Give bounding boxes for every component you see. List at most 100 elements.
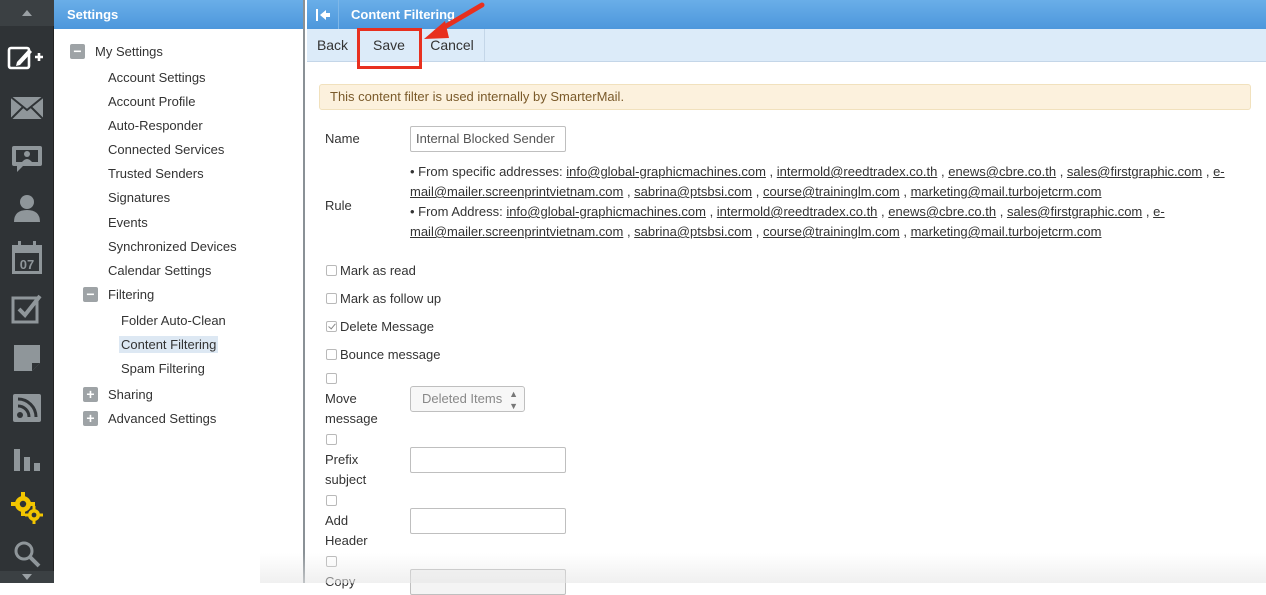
tree-item-trusted-senders[interactable]: Trusted Senders [108, 163, 204, 185]
tree-item-label: Connected Services [108, 142, 225, 157]
tasks-icon[interactable] [0, 286, 54, 330]
page-title: Content Filtering [351, 7, 455, 22]
prefix-subject-checkbox[interactable] [326, 434, 337, 445]
email-address-link[interactable]: course@traininglm.com [763, 224, 900, 239]
email-address-link[interactable]: marketing@mail.turbojetcrm.com [911, 224, 1102, 239]
email-address-link[interactable]: intermold@reedtradex.co.th [777, 164, 938, 179]
main-header: Content Filtering [307, 0, 1266, 29]
copy-checkbox[interactable] [326, 556, 337, 567]
email-address-link[interactable]: enews@cbre.co.th [888, 204, 996, 219]
tree-item-signatures[interactable]: Signatures [108, 187, 170, 209]
rail-scroll-up-button[interactable] [0, 0, 54, 26]
cancel-button[interactable]: Cancel [420, 29, 485, 61]
tree-item-label: Auto-Responder [108, 118, 203, 133]
rule-2-address-list-b: mail@mailer.screenprintvietnam.com , sab… [410, 224, 1102, 239]
tree-item-account-settings[interactable]: Account Settings [108, 67, 206, 89]
notes-icon[interactable] [0, 336, 54, 380]
email-address-link[interactable]: sales@firstgraphic.com [1007, 204, 1142, 219]
tree-item-label: Filtering [108, 287, 155, 302]
prefix-subject-field[interactable] [410, 447, 566, 473]
tree-item-auto-responder[interactable]: Auto-Responder [108, 115, 203, 137]
email-address-link[interactable]: enews@cbre.co.th [948, 164, 1056, 179]
mark-as-read-label[interactable]: Mark as read [340, 263, 416, 278]
settings-icon[interactable] [0, 486, 54, 530]
calendar-day-text: 07 [20, 257, 34, 272]
tree-item-sharing[interactable]: Sharing [108, 384, 153, 406]
tree-item-label: Trusted Senders [108, 166, 204, 181]
mark-as-read-checkbox[interactable] [326, 265, 337, 276]
tree-item-spam-filtering[interactable]: Spam Filtering [121, 358, 205, 380]
email-address-link[interactable]: sales@firstgraphic.com [1067, 164, 1202, 179]
toolbar: Back Save Cancel [307, 29, 1266, 62]
move-message-checkbox[interactable] [326, 373, 337, 384]
tree-item-calendar-settings[interactable]: Calendar Settings [108, 260, 211, 282]
rule-label: Rule [325, 198, 352, 213]
reports-icon[interactable] [0, 436, 54, 480]
tree-item-content-filtering[interactable]: Content Filtering [119, 334, 219, 356]
collapse-filtering-toggle[interactable]: − [83, 287, 98, 302]
delete-message-label[interactable]: Delete Message [340, 319, 434, 334]
email-address-link[interactable]: sabrina@ptsbsi.com [634, 184, 752, 199]
rule-1-address-list-a: info@global-graphicmachines.com , interm… [566, 164, 1225, 179]
save-button[interactable]: Save [359, 29, 420, 61]
rss-icon[interactable] [0, 386, 54, 430]
tree-item-account-profile[interactable]: Account Profile [108, 91, 195, 113]
tree-item-label: Account Profile [108, 94, 196, 109]
tree-item-my-settings[interactable]: My Settings [95, 41, 163, 63]
tree-item-label: My Settings [95, 44, 163, 59]
mark-as-follow-up-label[interactable]: Mark as follow up [340, 291, 441, 306]
settings-header: Settings [54, 0, 303, 29]
add-header-label-line2: Header [325, 533, 368, 548]
tree-item-connected-services[interactable]: Connected Services [108, 139, 224, 161]
move-folder-select[interactable]: Deleted Items ▲ ▼ [410, 386, 525, 412]
add-header-field[interactable] [410, 508, 566, 534]
email-address-link[interactable]: marketing@mail.turbojetcrm.com [911, 184, 1102, 199]
calendar-icon[interactable]: 07 [0, 236, 54, 280]
email-address-link[interactable]: sabrina@ptsbsi.com [634, 224, 752, 239]
bounce-message-checkbox[interactable] [326, 349, 337, 360]
app-icon-rail: 07 [0, 0, 54, 583]
rail-scroll-down-button[interactable] [0, 571, 54, 583]
internal-filter-notice: This content filter is used internally b… [319, 84, 1251, 110]
tree-item-advanced-settings[interactable]: Advanced Settings [108, 408, 216, 430]
expand-advanced-settings-toggle[interactable]: + [83, 411, 98, 426]
back-button[interactable]: Back [307, 29, 359, 61]
copy-label-line1: Copy [325, 574, 356, 589]
compose-icon[interactable] [0, 36, 54, 80]
delete-message-checkbox[interactable] [326, 321, 337, 332]
bounce-message-label[interactable]: Bounce message [340, 347, 440, 362]
tree-item-filtering[interactable]: Filtering [108, 284, 154, 306]
select-arrows-icon: ▲ ▼ [509, 389, 518, 411]
tree-item-events[interactable]: Events [108, 212, 148, 234]
collapse-panel-button[interactable] [307, 0, 339, 29]
tree-item-label: Advanced Settings [108, 411, 217, 426]
expand-sharing-toggle[interactable]: + [83, 387, 98, 402]
email-address-link[interactable]: e- [1213, 164, 1225, 179]
name-field[interactable]: Internal Blocked Sender [410, 126, 566, 152]
mail-icon[interactable] [0, 86, 54, 130]
email-address-link[interactable]: intermold@reedtradex.co.th [717, 204, 878, 219]
chat-icon[interactable] [0, 136, 54, 180]
tree-item-folder-auto-clean[interactable]: Folder Auto-Clean [121, 310, 226, 332]
copy-field[interactable] [410, 569, 566, 595]
email-address-link[interactable]: info@global-graphicmachines.com [506, 204, 706, 219]
tree-item-label: Folder Auto-Clean [121, 313, 226, 328]
content-filter-editor: Content Filtering Back Save Cancel This … [307, 0, 1266, 595]
mark-as-follow-up-checkbox[interactable] [326, 293, 337, 304]
move-message-label-line1: Move [325, 391, 357, 406]
add-header-checkbox[interactable] [326, 495, 337, 506]
search-icon[interactable] [0, 532, 54, 576]
contacts-icon[interactable] [0, 186, 54, 230]
email-address-link[interactable]: info@global-graphicmachines.com [566, 164, 766, 179]
collapse-my-settings-toggle[interactable]: − [70, 44, 85, 59]
email-address-link[interactable]: mail@mailer.screenprintvietnam.com [410, 184, 623, 199]
tree-item-synchronized-devices[interactable]: Synchronized Devices [108, 236, 237, 258]
rule-1-line-1: • From specific addresses: info@global-g… [410, 162, 1225, 182]
email-address-link[interactable]: mail@mailer.screenprintvietnam.com [410, 224, 623, 239]
rule-1-line-2: mail@mailer.screenprintvietnam.com , sab… [410, 182, 1102, 202]
tree-item-label: Sharing [108, 387, 153, 402]
email-address-link[interactable]: e- [1153, 204, 1165, 219]
email-address-link[interactable]: course@traininglm.com [763, 184, 900, 199]
move-folder-value: Deleted Items [422, 391, 503, 406]
prefix-subject-label-line1: Prefix [325, 452, 359, 467]
